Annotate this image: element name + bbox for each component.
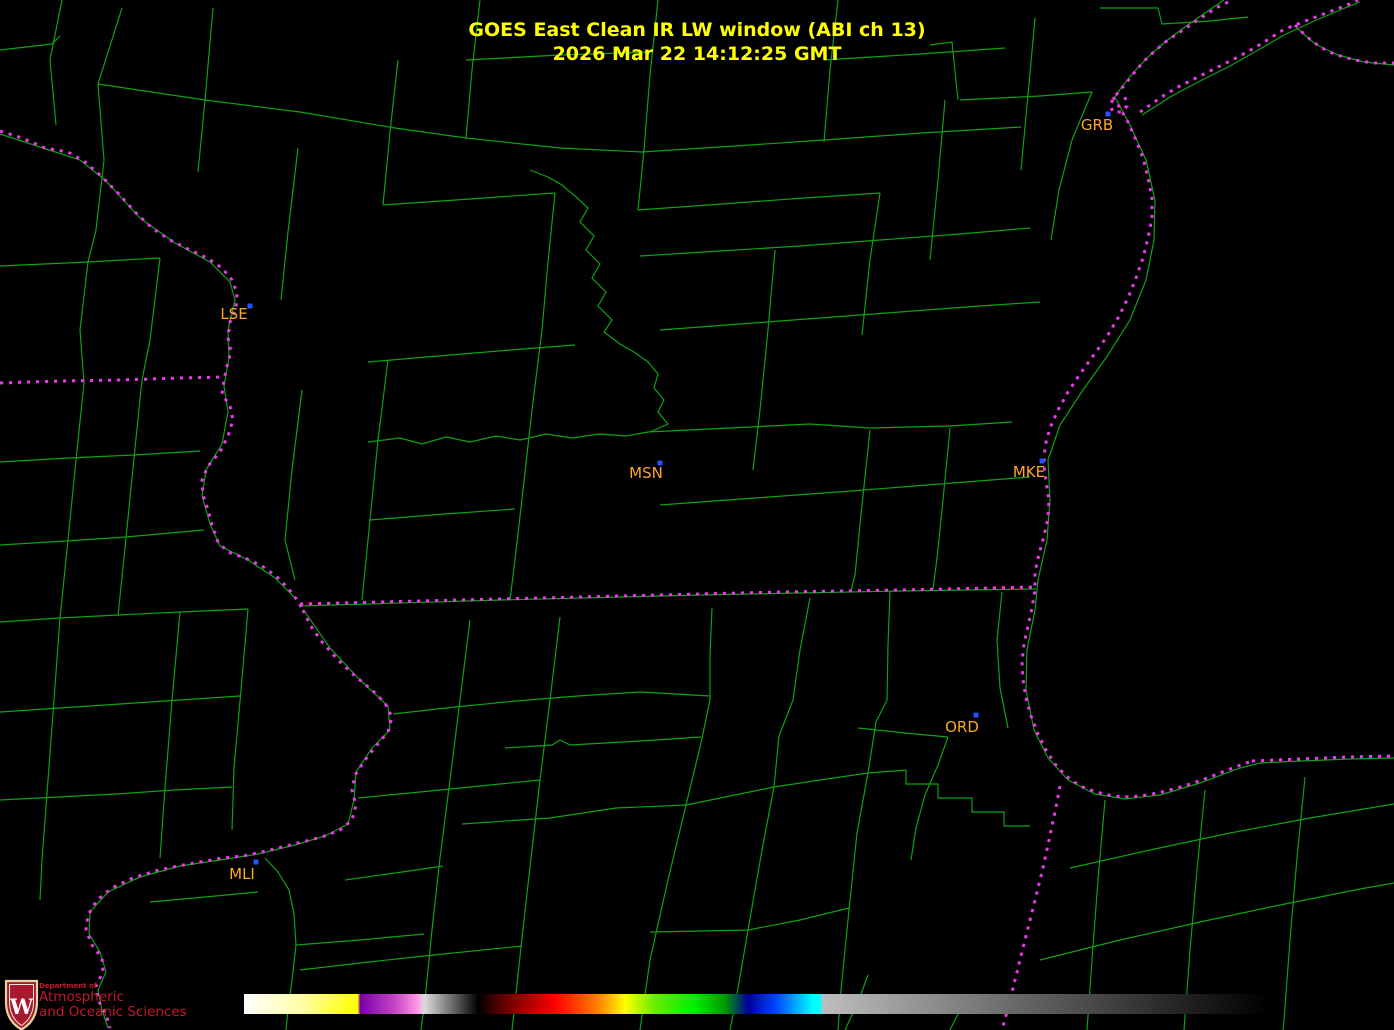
image-title: GOES East Clean IR LW window (ABI ch 13)… [0,18,1394,66]
county-boundary-line [39,617,61,901]
county-boundary-line [420,619,471,1030]
county-boundary-line [88,611,391,1029]
county-boundary-line [367,344,576,363]
satellite-map-canvas: GRB LSE MSN MKE ORD MLI W [0,0,1394,1030]
county-boundary-line [141,257,161,381]
title-line-1: GOES East Clean IR LW window (ABI ch 13) [468,19,926,41]
county-boundary-line [367,431,649,445]
county-boundary-line [0,133,296,599]
city-label-ORD: ORD [945,718,979,736]
satellite-image-viewport: GRB LSE MSN MKE ORD MLI W GOES East Clean IR … [0,0,1394,1030]
temperature-color-scale-bar [244,994,1268,1014]
county-boundary-line [752,249,776,471]
county-boundary-line [0,529,205,546]
city-label-LSE: LSE [220,305,247,323]
county-boundary-line [231,608,249,831]
city-label-MKE: MKE [1013,463,1045,481]
logo-oceanic-sciences: and Oceanic Sciences [39,1003,187,1020]
title-line-2: 2026 Mar 22 14:12:25 GMT [552,43,842,65]
county-boundary-line [117,379,143,617]
county-boundary-line [344,865,444,881]
county-boundary-line [647,421,1013,433]
county-boundary-line [299,111,643,153]
county-boundary-line [357,779,541,799]
county-boundary-line [641,126,1022,153]
state-border-dotted-line [0,375,225,385]
county-boundary-line [857,727,949,738]
logo-atmospheric: Atmospheric [39,989,124,1005]
city-dot-MLI [253,859,259,865]
county-boundary-line [0,695,241,713]
county-boundary-line [509,329,543,601]
county-boundary-line [159,611,181,859]
county-boundary-line [79,261,89,384]
county-boundary-line [295,933,425,946]
county-boundary-line [1025,98,1394,800]
county-boundary-line [0,608,249,623]
city-label-MSN: MSN [629,464,663,482]
uw-crest-logo: W [4,979,39,1030]
county-boundary-line [867,769,1030,827]
county-boundary-line [541,192,556,331]
county-boundary-line [837,590,891,1030]
county-boundary-line [299,945,523,971]
county-boundary-line [659,301,1041,331]
state-border-dotted-line [1000,785,1062,1030]
county-boundary-line [149,891,259,903]
county-boundary-line [0,257,161,267]
county-boundary-line [369,508,516,521]
county-boundary-line [996,591,1009,729]
logo-text-block: Department of Atmospheric and Oceanic Sc… [39,982,187,1019]
city-dot-LSE [247,303,253,309]
crest-monogram: W [9,994,34,1019]
county-boundary-line [280,147,299,301]
county-boundary-line [382,59,399,206]
county-boundary-line [284,389,303,581]
county-boundary-line [382,192,556,206]
county-boundary-line [59,382,85,619]
county-boundary-line [361,359,389,601]
county-boundary-line [97,83,301,113]
county-boundary-line [504,736,702,749]
county-boundary-line [639,227,1031,257]
county-boundary-line [729,597,811,1030]
city-label-GRB: GRB [1081,116,1113,134]
state-border-dotted-line [84,609,394,1029]
city-markers-layer: GRB LSE MSN MKE ORD MLI [220,111,1113,883]
county-boundary-line [299,588,1037,607]
county-boundary-line [0,450,201,463]
county-boundary-line [932,427,951,590]
city-dot-ORD [973,712,979,718]
county-boundary-line [0,786,233,801]
state-borders-layer [0,0,1394,1030]
county-boundary-line [850,429,871,592]
county-boundary-line [1050,91,1093,241]
state-border-dotted-line [0,129,305,611]
county-boundary-line [1069,803,1394,869]
county-boundary-line [637,192,881,211]
county-boundary-line [959,91,1093,101]
county-boundary-line [639,607,713,1030]
county-boundary-line [511,616,561,1030]
county-boundary-line [685,772,869,806]
county-boundary-line [659,476,1031,506]
county-boundary-line [461,804,687,825]
city-label-MLI: MLI [229,865,255,883]
county-boundary-line [392,691,711,715]
